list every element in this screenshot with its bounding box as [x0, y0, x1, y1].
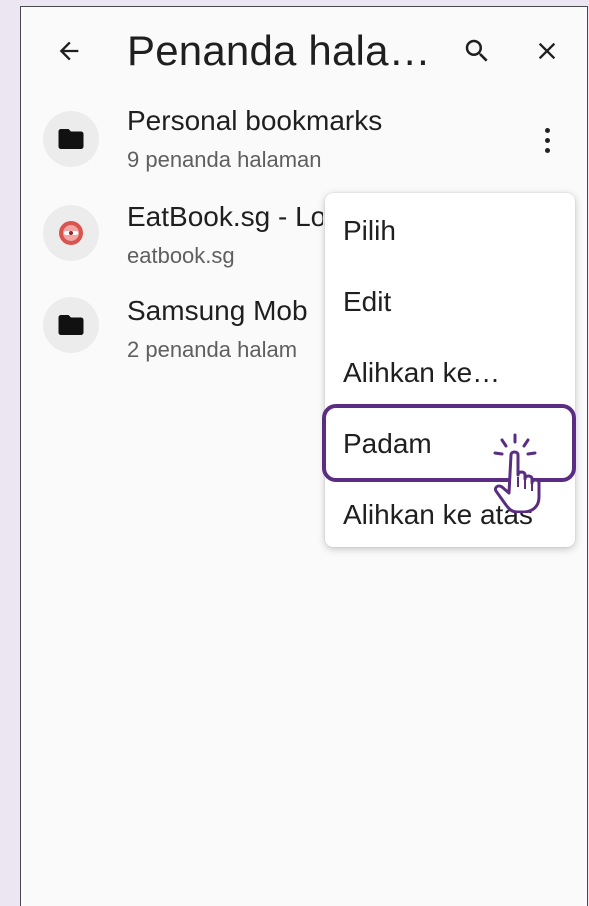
bookmark-title: EatBook.sg - Lo	[127, 201, 323, 232]
bookmark-title: Samsung Mob	[127, 295, 308, 326]
screen: Penanda hala… Personal bookmarks 9 penan…	[20, 6, 588, 906]
bookmark-title: Personal bookmarks	[127, 105, 383, 136]
folder-avatar	[43, 297, 99, 353]
eatbook-favicon-icon	[59, 221, 83, 245]
folder-icon	[58, 129, 84, 149]
folder-avatar	[43, 111, 99, 167]
app-bar: Penanda hala…	[21, 7, 587, 91]
pointer-hand-icon	[493, 433, 541, 513]
bookmark-subtitle: eatbook.sg	[127, 243, 235, 268]
search-button[interactable]	[455, 29, 499, 73]
bookmark-subtitle: 9 penanda halaman	[127, 147, 322, 172]
close-icon	[538, 42, 556, 60]
page-title: Penanda hala…	[127, 27, 431, 74]
more-vert-icon	[544, 127, 550, 133]
menu-item-edit[interactable]: Edit	[343, 286, 391, 318]
search-icon	[465, 39, 488, 62]
menu-item-pilih[interactable]: Pilih	[343, 215, 396, 247]
close-button[interactable]	[525, 29, 569, 73]
menu-item-move-to[interactable]: Alihkan ke…	[343, 357, 500, 389]
back-button[interactable]	[47, 29, 91, 73]
bookmark-subtitle: 2 penanda halam	[127, 337, 298, 362]
arrow-left-icon	[59, 41, 79, 61]
folder-icon	[58, 315, 84, 335]
site-avatar	[43, 205, 99, 261]
more-options-button[interactable]	[527, 118, 567, 162]
bookmark-row[interactable]: Personal bookmarks 9 penanda halaman	[21, 103, 587, 183]
